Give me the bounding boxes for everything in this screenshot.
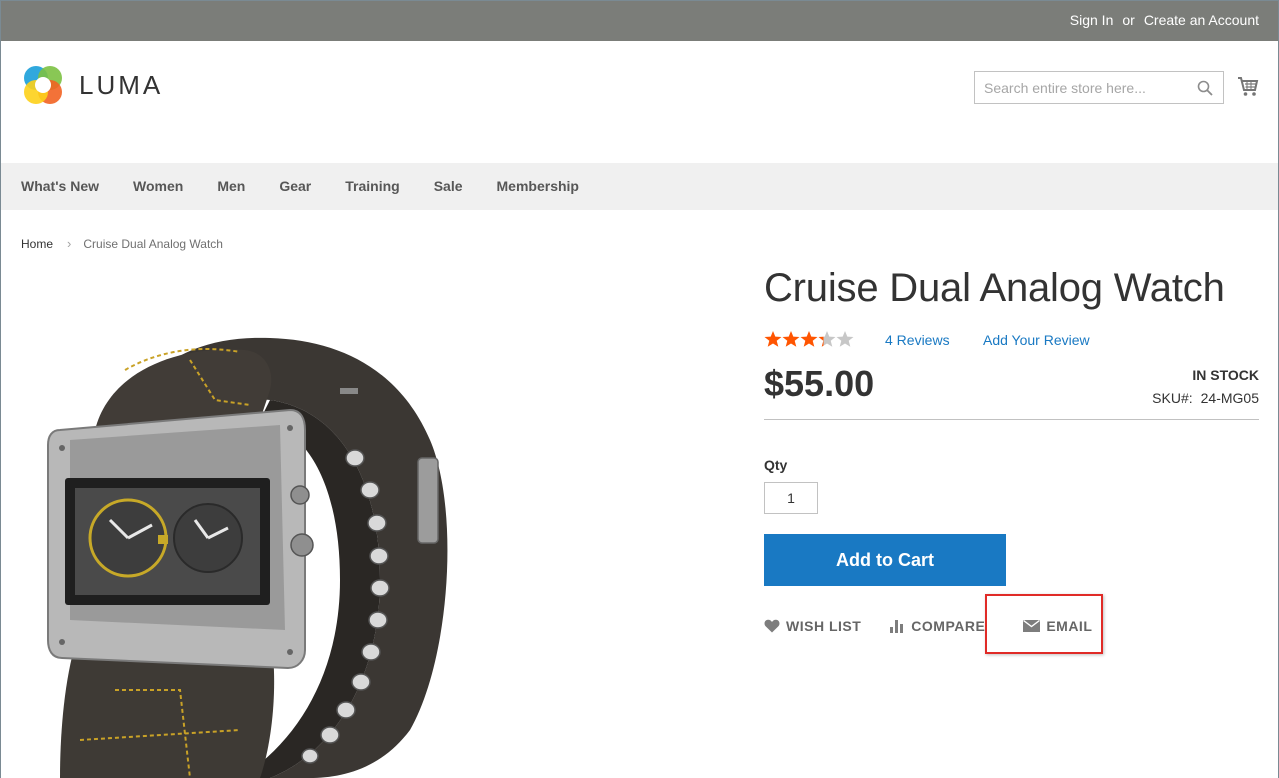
star-icon — [800, 331, 818, 347]
product-title: Cruise Dual Analog Watch — [764, 266, 1225, 310]
breadcrumb-current: Cruise Dual Analog Watch — [83, 236, 223, 251]
logo-text: LUMA — [79, 69, 164, 100]
search-input[interactable] — [975, 72, 1185, 103]
heart-icon — [764, 619, 780, 633]
star-icon — [764, 331, 782, 347]
search-icon[interactable] — [1197, 80, 1213, 96]
luma-logo-icon — [24, 66, 62, 104]
nav-item-membership[interactable]: Membership — [497, 163, 579, 210]
email-label: EMAIL — [1046, 618, 1093, 634]
divider — [764, 419, 1259, 420]
logo[interactable]: LUMA — [21, 63, 163, 107]
qty-input[interactable] — [764, 482, 818, 514]
star-icon — [836, 331, 854, 347]
nav-item-gear[interactable]: Gear — [279, 163, 311, 210]
nav-item-women[interactable]: Women — [133, 163, 183, 210]
nav-item-whats-new[interactable]: What's New — [21, 163, 99, 210]
nav-item-men[interactable]: Men — [217, 163, 245, 210]
nav-item-sale[interactable]: Sale — [434, 163, 463, 210]
wish-list-label: WISH LIST — [786, 618, 862, 634]
reviews-link[interactable]: 4 Reviews — [885, 332, 950, 348]
qty-label: Qty — [764, 457, 788, 473]
rating-stars — [764, 331, 854, 347]
main-nav: What's New Women Men Gear Training Sale … — [0, 163, 1279, 210]
stock-status: IN STOCK — [1192, 367, 1259, 383]
sku-label: SKU#: — [1152, 390, 1193, 406]
sign-in-link[interactable]: Sign In — [1070, 12, 1114, 28]
sku: SKU#: 24-MG05 — [1152, 390, 1259, 406]
nav-item-training[interactable]: Training — [345, 163, 399, 210]
compare-label: COMPARE — [911, 618, 986, 634]
breadcrumb-separator: › — [67, 236, 72, 251]
account-links: Sign In or Create an Account — [1070, 12, 1259, 28]
cart-icon[interactable] — [1237, 75, 1259, 97]
email-link[interactable]: EMAIL — [1023, 618, 1092, 634]
envelope-icon — [1023, 620, 1041, 632]
star-icon — [818, 331, 836, 347]
product-actions: WISH LIST COMPARE EMAIL — [764, 618, 1092, 634]
search-box — [974, 71, 1224, 104]
breadcrumb: Home › Cruise Dual Analog Watch — [21, 236, 223, 251]
create-account-link[interactable]: Create an Account — [1144, 12, 1259, 28]
add-review-link[interactable]: Add Your Review — [983, 332, 1090, 348]
or-text: or — [1122, 12, 1135, 28]
breadcrumb-home[interactable]: Home — [21, 237, 53, 251]
wish-list-link[interactable]: WISH LIST — [764, 618, 861, 634]
compare-icon — [890, 620, 904, 633]
compare-link[interactable]: COMPARE — [889, 618, 985, 634]
sku-value: 24-MG05 — [1200, 390, 1259, 406]
star-icon — [782, 331, 800, 347]
top-panel: Sign In or Create an Account — [0, 0, 1279, 41]
product-image[interactable] — [40, 330, 460, 778]
product-price: $55.00 — [764, 363, 875, 404]
add-to-cart-button[interactable]: Add to Cart — [764, 534, 1006, 586]
